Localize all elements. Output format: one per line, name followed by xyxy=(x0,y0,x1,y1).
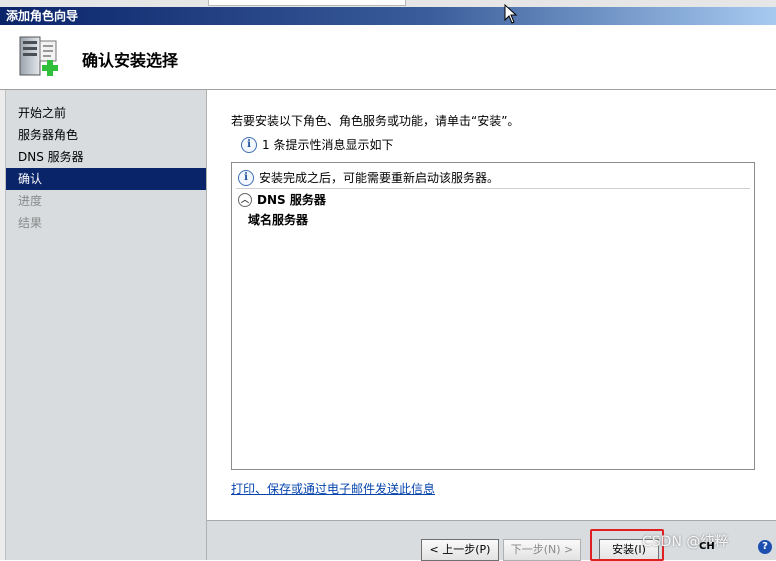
wizard-button-bar: < 上一步(P) 下一步(N) > 安装(I) CSDN @纯粹 CH ? xyxy=(207,520,776,561)
mouse-cursor-icon xyxy=(504,4,518,24)
server-add-icon xyxy=(19,36,58,76)
section-item-dns-server: 域名服务器 xyxy=(248,213,309,227)
info-summary-text: 1 条提示性消息显示如下 xyxy=(262,138,394,152)
main-content: 若要安装以下角色、角色服务或功能，请单击“安装”。 i 1 条提示性消息显示如下… xyxy=(207,90,776,520)
window-titlebar[interactable]: 添加角色向导 xyxy=(0,7,776,25)
info-icon: i xyxy=(241,136,257,153)
page-title: 确认安装选择 xyxy=(82,51,179,70)
sidebar-item-confirmation[interactable]: 确认 xyxy=(6,168,206,190)
back-button[interactable]: < 上一步(P) xyxy=(421,539,499,561)
info-message-row: i 安装完成之后，可能需要重新启动该服务器。 xyxy=(238,169,499,186)
info-message-text: 安装完成之后，可能需要重新启动该服务器。 xyxy=(259,171,500,185)
next-button: 下一步(N) > xyxy=(503,539,581,561)
sidebar-item-server-roles[interactable]: 服务器角色 xyxy=(6,124,206,146)
info-icon: i xyxy=(238,169,254,186)
print-save-email-link[interactable]: 打印、保存或通过电子邮件发送此信息 xyxy=(231,480,435,497)
window-title: 添加角色向导 xyxy=(6,9,79,23)
collapse-chevron-icon[interactable]: ︿ xyxy=(238,192,252,207)
background-window-field xyxy=(208,0,406,6)
wizard-steps-sidebar: 开始之前 服务器角色 DNS 服务器 确认 进度 结果 xyxy=(6,90,207,560)
install-highlight-box xyxy=(590,529,664,561)
sidebar-item-results: 结果 xyxy=(18,216,43,230)
instruction-text: 若要安装以下角色、角色服务或功能，请单击“安装”。 xyxy=(231,114,520,128)
sidebar-item-progress: 进度 xyxy=(18,194,43,208)
section-header-dns[interactable]: ︿ DNS 服务器 xyxy=(238,191,326,208)
sidebar-item-before-you-begin[interactable]: 开始之前 xyxy=(6,102,206,124)
language-indicator[interactable]: CH xyxy=(699,541,715,552)
wizard-header: 确认安装选择 xyxy=(0,25,776,90)
divider xyxy=(236,188,750,189)
info-summary: i 1 条提示性消息显示如下 xyxy=(241,136,393,153)
sidebar-item-dns-server[interactable]: DNS 服务器 xyxy=(6,146,206,168)
confirmation-listbox[interactable]: i 安装完成之后，可能需要重新启动该服务器。 ︿ DNS 服务器 域名服务器 xyxy=(231,162,755,470)
help-icon[interactable]: ? xyxy=(758,540,772,554)
section-title: DNS 服务器 xyxy=(257,193,326,207)
system-tray: CH ? xyxy=(695,535,776,561)
